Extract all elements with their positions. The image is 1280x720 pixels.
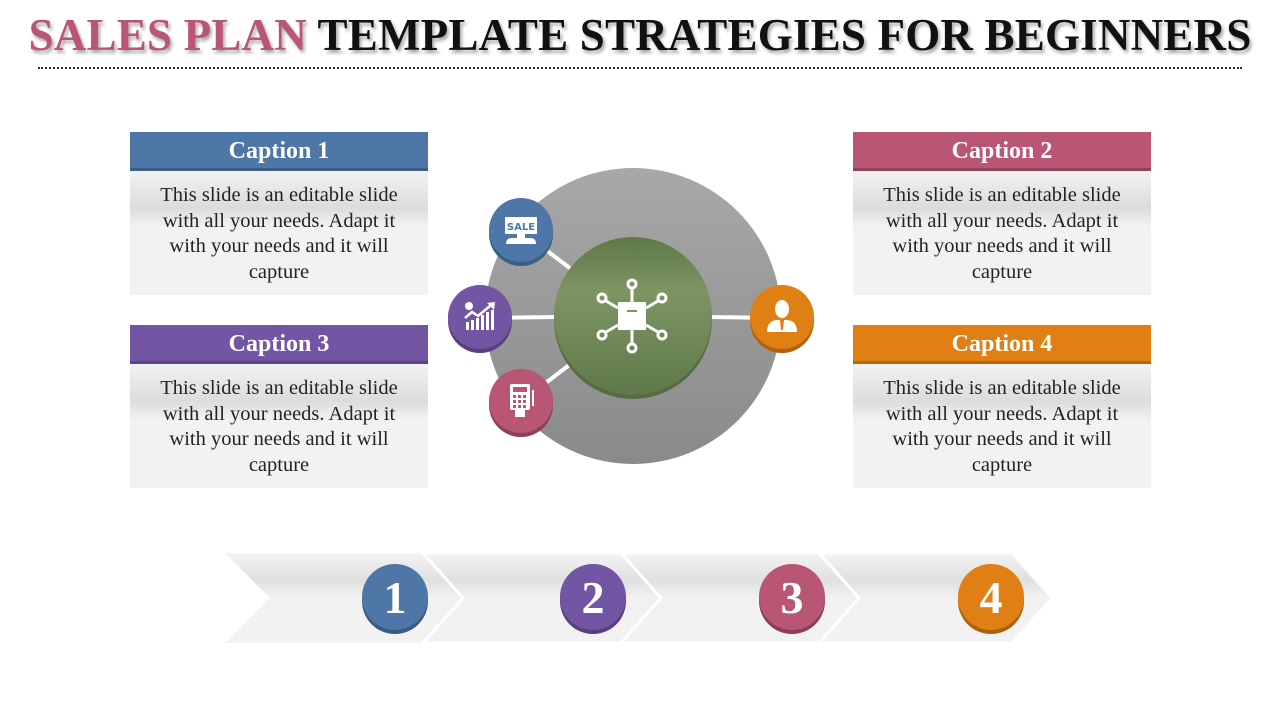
step-number: 2 bbox=[582, 572, 605, 623]
svg-text:SALE: SALE bbox=[507, 222, 535, 233]
satellite-terminal[interactable] bbox=[489, 369, 553, 437]
center-hub bbox=[554, 237, 712, 399]
caption-text: This slide is an editable slide with all… bbox=[853, 171, 1151, 295]
sale-sign-icon: SALE bbox=[505, 217, 537, 244]
caption-title: Caption 1 bbox=[130, 132, 428, 171]
caption-card-3: Caption 3 This slide is an editable slid… bbox=[130, 325, 428, 488]
caption-title: Caption 2 bbox=[853, 132, 1151, 171]
caption-title: Caption 4 bbox=[853, 325, 1151, 364]
step-4[interactable]: 4 bbox=[958, 564, 1024, 634]
satellite-sale[interactable]: SALE bbox=[489, 198, 553, 266]
step-2[interactable]: 2 bbox=[560, 564, 626, 634]
satellite-growth[interactable] bbox=[448, 285, 512, 353]
step-number: 1 bbox=[384, 572, 407, 623]
step-chevrons bbox=[225, 551, 1055, 645]
satellite-businessman[interactable] bbox=[750, 285, 814, 353]
step-1[interactable]: 1 bbox=[362, 564, 428, 634]
caption-text: This slide is an editable slide with all… bbox=[130, 364, 428, 488]
caption-title: Caption 3 bbox=[130, 325, 428, 364]
caption-text: This slide is an editable slide with all… bbox=[853, 364, 1151, 488]
caption-card-4: Caption 4 This slide is an editable slid… bbox=[853, 325, 1151, 488]
chevron-1 bbox=[225, 553, 465, 643]
step-number: 4 bbox=[980, 572, 1003, 623]
step-3[interactable]: 3 bbox=[759, 564, 825, 634]
caption-text: This slide is an editable slide with all… bbox=[130, 171, 428, 295]
step-number: 3 bbox=[781, 572, 804, 623]
caption-card-1: Caption 1 This slide is an editable slid… bbox=[130, 132, 428, 295]
caption-card-2: Caption 2 This slide is an editable slid… bbox=[853, 132, 1151, 295]
